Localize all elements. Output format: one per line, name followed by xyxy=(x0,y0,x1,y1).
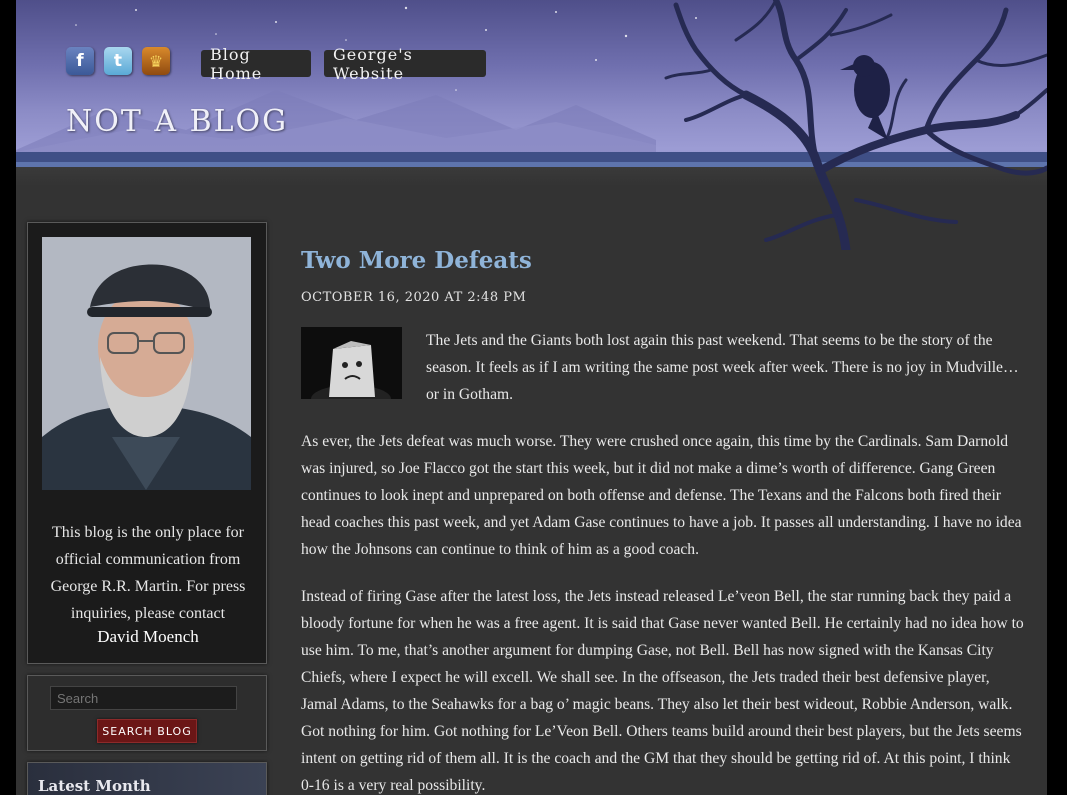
author-bio-panel: This blog is the only place for official… xyxy=(27,222,267,664)
press-contact-link[interactable]: David Moench xyxy=(38,627,258,647)
twitter-glyph: t xyxy=(113,51,123,71)
post-paragraph: The Jets and the Giants both lost again … xyxy=(426,332,1019,403)
raven-tree-illustration xyxy=(664,0,1047,250)
georges-website-button[interactable]: George's Website xyxy=(324,45,486,83)
crown-icon[interactable]: ♛ xyxy=(142,47,170,75)
search-panel: SEARCH BLOG xyxy=(27,675,267,751)
latest-month-panel: Latest Month xyxy=(27,762,267,795)
blog-home-button[interactable]: Blog Home xyxy=(201,45,311,83)
page-frame: f t ♛ Blog Home George's Website NOT A B… xyxy=(16,0,1047,795)
post-paragraph: As ever, the Jets defeat was much worse.… xyxy=(301,433,1022,558)
bio-text: This blog is the only place for official… xyxy=(50,524,246,622)
facebook-glyph: f xyxy=(76,51,84,71)
facebook-icon[interactable]: f xyxy=(66,47,94,75)
post-thumbnail-image xyxy=(301,327,402,399)
site-title[interactable]: NOT A BLOG xyxy=(66,104,288,139)
search-blog-button[interactable]: SEARCH BLOG xyxy=(97,719,197,743)
search-input[interactable] xyxy=(50,686,237,710)
post-paragraph: Instead of firing Gase after the latest … xyxy=(301,588,1024,794)
post-title[interactable]: Two More Defeats xyxy=(301,247,532,274)
crown-glyph: ♛ xyxy=(148,51,164,71)
author-portrait xyxy=(42,237,251,490)
twitter-icon[interactable]: t xyxy=(104,47,132,75)
raven-silhouette xyxy=(840,55,890,140)
post-date: OCTOBER 16, 2020 AT 2:48 PM xyxy=(301,290,527,305)
latest-month-heading: Latest Month xyxy=(38,777,151,795)
